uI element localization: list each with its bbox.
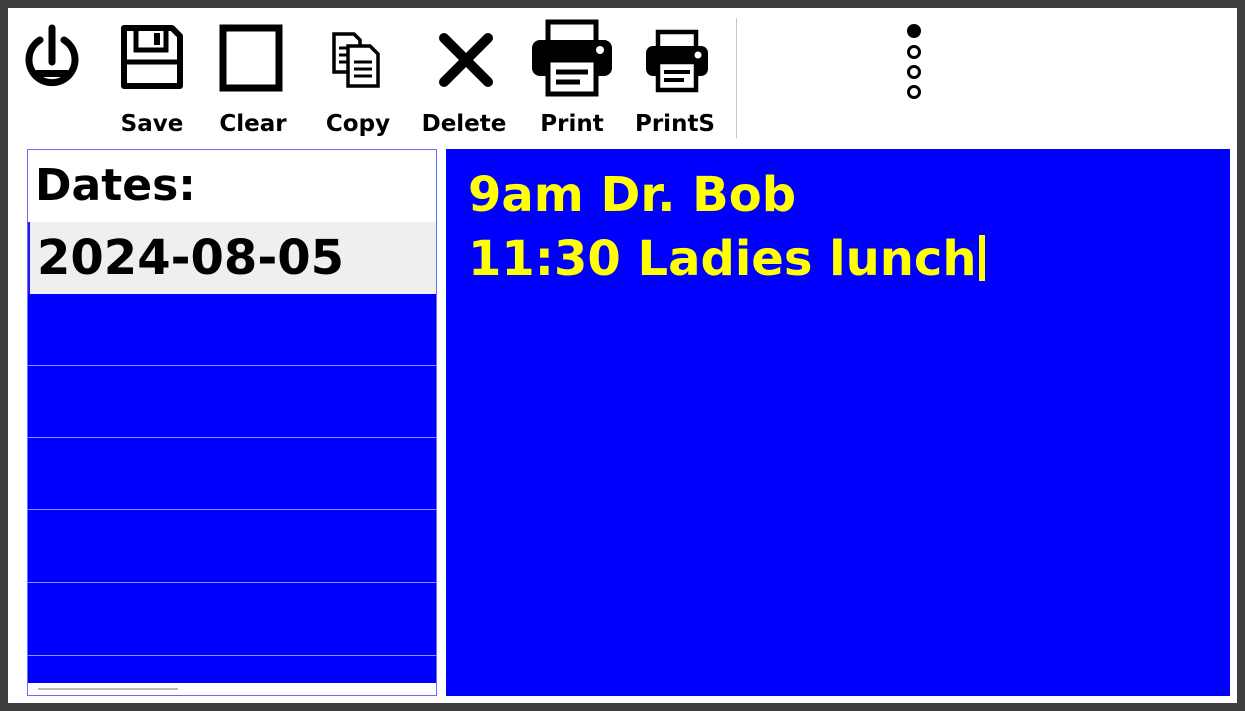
scrollbar-thumb[interactable] — [38, 688, 178, 690]
toolbar-separator — [736, 18, 737, 138]
vertical-dots-icon[interactable] — [904, 22, 924, 106]
printer-small-icon — [646, 29, 708, 93]
copy-label: Copy — [325, 111, 391, 137]
date-list-row-empty[interactable] — [28, 438, 436, 510]
copy-documents-icon — [332, 32, 380, 88]
power-button[interactable] — [18, 8, 90, 148]
print-label: Print — [540, 111, 604, 137]
dates-list[interactable]: Dates: 2024-08-05 — [27, 149, 437, 696]
note-line-with-caret: 11:30 Ladies lunch — [468, 227, 1230, 291]
save-label: Save — [120, 111, 184, 137]
power-icon — [25, 24, 79, 87]
prints-label: PrintS — [634, 111, 716, 137]
x-close-icon — [439, 33, 493, 87]
date-list-row-empty[interactable] — [28, 294, 436, 366]
note-line: 9am Dr. Bob — [468, 167, 797, 223]
horizontal-scrollbar[interactable] — [28, 683, 436, 695]
app-window: Save Clear Copy Delete Print PrintS Date… — [0, 0, 1245, 711]
clear-label: Clear — [219, 111, 287, 137]
printer-icon — [532, 19, 612, 97]
copy-button[interactable]: Copy — [312, 8, 398, 148]
notes-editor[interactable]: 9am Dr. Bob 11:30 Ladies lunch — [446, 149, 1230, 696]
save-button[interactable]: Save — [112, 8, 192, 148]
date-list-row-empty[interactable] — [28, 366, 436, 438]
toolbar: Save Clear Copy Delete Print PrintS — [8, 8, 1237, 148]
floppy-disk-icon — [121, 25, 183, 89]
dates-header: Dates: — [28, 150, 436, 222]
prints-button[interactable]: PrintS — [628, 8, 720, 148]
delete-button[interactable]: Delete — [414, 8, 514, 148]
print-button[interactable]: Print — [524, 8, 620, 148]
date-list-row-empty[interactable] — [28, 584, 436, 656]
date-list-row-empty[interactable] — [28, 511, 436, 583]
clear-button[interactable]: Clear — [208, 8, 294, 148]
note-line-text: 11:30 Ladies lunch — [468, 231, 977, 287]
date-list-item-selected[interactable]: 2024-08-05 — [28, 222, 436, 294]
delete-label: Delete — [421, 111, 507, 137]
square-outline-icon — [219, 24, 283, 92]
text-caret — [978, 235, 985, 281]
